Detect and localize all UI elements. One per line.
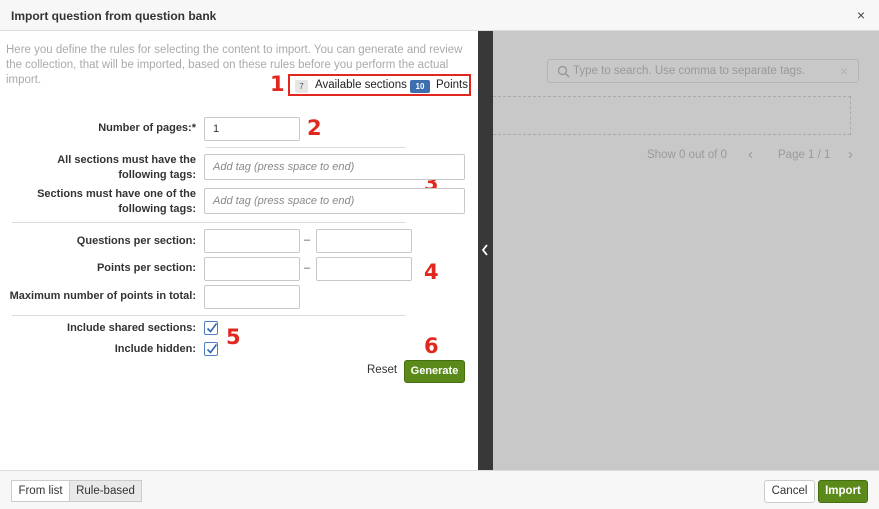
prev-page-icon[interactable]: ‹	[748, 146, 753, 163]
panel-collapse-handle[interactable]	[478, 31, 493, 470]
one-tag-label: Sections must have one of the following …	[37, 188, 196, 215]
questions-per-section-label: Questions per section:	[76, 235, 196, 247]
sections-label: Available sections	[315, 79, 407, 91]
tag-drop-area	[493, 96, 851, 135]
reset-link[interactable]: Reset	[367, 364, 397, 376]
tab-from-list[interactable]: From list	[11, 480, 70, 502]
all-tags-label: All sections must have the following tag…	[57, 154, 196, 181]
range-separator: –	[304, 262, 311, 274]
one-tag-input[interactable]: Add tag (press space to end)	[204, 188, 465, 214]
dialog-footer: From list Rule-based Cancel Import	[0, 470, 879, 509]
check-icon	[206, 344, 218, 354]
include-hidden-label: Include hidden:	[114, 343, 196, 355]
annotation-6: 6	[424, 334, 439, 358]
pages-input[interactable]: 1	[204, 117, 300, 141]
annotation-4: 4	[424, 260, 439, 284]
range-separator: –	[304, 234, 311, 246]
next-page-icon[interactable]: ›	[848, 146, 853, 163]
search-placeholder: Type to search. Use comma to separate ta…	[573, 65, 806, 77]
separator	[12, 222, 406, 223]
max-points-input[interactable]	[204, 285, 300, 309]
search-icon	[557, 65, 570, 78]
questions-max-input[interactable]	[316, 229, 412, 253]
close-icon[interactable]: ×	[857, 7, 865, 23]
annotation-1: 1	[270, 72, 285, 96]
import-button[interactable]: Import	[818, 480, 868, 503]
points-label: Points	[436, 79, 468, 91]
dialog-title: Import question from question bank	[11, 9, 217, 23]
include-shared-checkbox[interactable]	[204, 321, 218, 335]
page-indicator: Page 1 / 1	[778, 149, 831, 161]
separator	[12, 315, 406, 316]
rules-panel: Here you define the rules for selecting …	[0, 31, 478, 470]
include-shared-label: Include shared sections:	[67, 322, 196, 334]
annotation-5: 5	[226, 325, 241, 349]
points-per-section-label: Points per section:	[96, 262, 196, 274]
pages-label: Number of pages:*	[98, 122, 196, 134]
max-points-label: Maximum number of points in total:	[9, 290, 196, 302]
chevron-left-icon	[481, 244, 488, 256]
show-count: Show 0 out of 0	[647, 149, 727, 161]
cancel-button[interactable]: Cancel	[764, 480, 815, 503]
search-input[interactable]: Type to search. Use comma to separate ta…	[547, 59, 859, 83]
dialog-titlebar: Import question from question bank ×	[0, 0, 879, 31]
separator	[206, 147, 406, 148]
points-min-input[interactable]	[204, 257, 300, 281]
questions-min-input[interactable]	[204, 229, 300, 253]
sections-count-badge: 7	[295, 80, 308, 93]
include-hidden-checkbox[interactable]	[204, 342, 218, 356]
points-max-input[interactable]	[316, 257, 412, 281]
all-tags-input[interactable]: Add tag (press space to end)	[204, 154, 465, 180]
generate-button[interactable]: Generate	[404, 360, 465, 383]
summary-box: 7 Available sections 10 Points	[288, 74, 471, 96]
check-icon	[206, 323, 218, 333]
clear-search-icon[interactable]: ×	[840, 63, 848, 79]
tab-rule-based[interactable]: Rule-based	[69, 480, 142, 502]
points-count-badge: 10	[410, 80, 430, 93]
results-panel: Type to search. Use comma to separate ta…	[493, 31, 879, 470]
annotation-2: 2	[307, 116, 322, 140]
